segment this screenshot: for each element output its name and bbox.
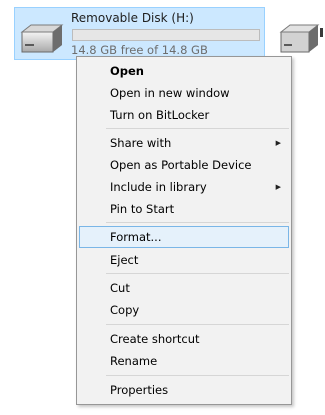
drive-usage-bar [72,29,260,41]
drive-icon[interactable] [278,24,322,54]
menu-separator [106,128,289,129]
drive-free-space: 14.8 GB free of 14.8 GB [71,43,208,57]
menu-item-label: Properties [110,383,169,397]
drive-label-edge [320,28,323,37]
menu-item-open-portable-device[interactable]: Open as Portable Device [79,154,289,176]
submenu-arrow-icon: ▶ [275,183,281,191]
menu-item-label: Cut [110,281,130,295]
menu-item-label: Open as Portable Device [110,158,252,172]
menu-item-pin-to-start[interactable]: Pin to Start [79,198,289,220]
drive-tile-removable-disk[interactable]: Removable Disk (H:) 14.8 GB free of 14.8… [14,7,265,60]
menu-item-eject[interactable]: Eject [79,249,289,271]
menu-item-share-with[interactable]: Share with ▶ [79,132,289,154]
menu-item-turn-on-bitlocker[interactable]: Turn on BitLocker [79,104,289,126]
menu-item-label: Share with [110,136,172,150]
context-menu: Open Open in new window Turn on BitLocke… [76,56,292,405]
submenu-arrow-icon: ▶ [275,139,281,147]
menu-separator [106,222,289,223]
menu-item-label: Copy [110,303,140,317]
menu-item-label: Turn on BitLocker [110,108,210,122]
menu-item-rename[interactable]: Rename [79,350,289,372]
menu-item-open[interactable]: Open [79,60,289,82]
menu-item-label: Open in new window [110,86,230,100]
menu-item-label: Include in library [110,180,207,194]
menu-separator [106,375,289,376]
menu-item-cut[interactable]: Cut [79,277,289,299]
menu-item-open-new-window[interactable]: Open in new window [79,82,289,104]
menu-item-label: Format... [110,230,162,244]
menu-item-label: Pin to Start [110,202,175,216]
menu-item-format[interactable]: Format... [79,226,289,248]
menu-item-label: Create shortcut [110,332,200,346]
menu-item-create-shortcut[interactable]: Create shortcut [79,328,289,350]
menu-item-properties[interactable]: Properties [79,379,289,401]
menu-separator [106,324,289,325]
menu-item-label: Eject [110,253,139,267]
menu-item-label: Rename [110,354,158,368]
menu-item-include-in-library[interactable]: Include in library ▶ [79,176,289,198]
removable-drive-icon [20,24,64,53]
menu-item-copy[interactable]: Copy [79,299,289,321]
menu-item-label: Open [110,64,144,78]
menu-separator [106,273,289,274]
drive-name: Removable Disk (H:) [71,11,194,25]
